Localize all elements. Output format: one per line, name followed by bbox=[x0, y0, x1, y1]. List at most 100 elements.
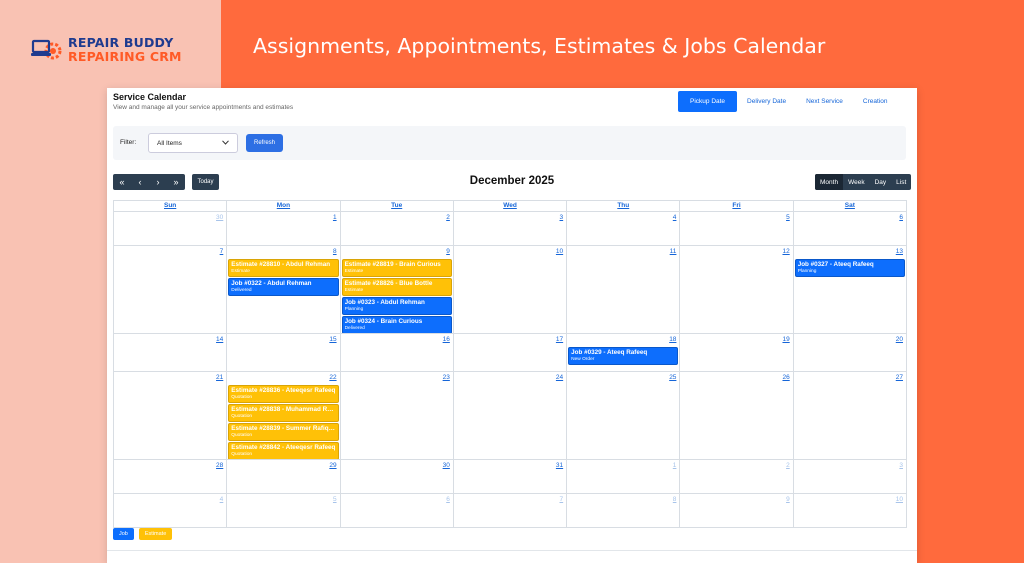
day-number[interactable]: 30 bbox=[216, 214, 223, 221]
day-number[interactable]: 25 bbox=[669, 374, 676, 381]
day-number[interactable]: 18 bbox=[669, 336, 676, 343]
weekday-fri[interactable]: Fri bbox=[680, 201, 794, 212]
day-cell[interactable]: 8 Estimate #28810 - Abdul Rehman Estimate J… bbox=[227, 246, 341, 334]
day-cell[interactable]: 9 Estimate #28819 - Brain Curious Estimate… bbox=[340, 246, 454, 334]
day-cell[interactable]: 11 bbox=[567, 246, 681, 334]
day-cell[interactable]: 6 bbox=[340, 494, 454, 528]
day-cell[interactable]: 24 bbox=[453, 372, 568, 460]
weekday-thu[interactable]: Thu bbox=[567, 201, 681, 212]
refresh-button[interactable]: Refresh bbox=[246, 134, 283, 152]
day-number[interactable]: 10 bbox=[896, 496, 903, 503]
day-number[interactable]: 11 bbox=[670, 248, 677, 255]
day-cell[interactable]: 5 bbox=[680, 212, 794, 246]
day-number[interactable]: 13 bbox=[896, 248, 903, 255]
day-cell[interactable]: 19 bbox=[680, 334, 794, 372]
day-number[interactable]: 6 bbox=[899, 214, 903, 221]
day-cell[interactable]: 21 bbox=[114, 372, 228, 460]
day-cell[interactable]: 2 bbox=[680, 460, 794, 494]
job-event[interactable]: Job #0324 - Brain Curious Delivered bbox=[341, 316, 452, 333]
day-number[interactable]: 3 bbox=[560, 214, 564, 221]
day-cell[interactable]: 7 bbox=[114, 246, 228, 334]
day-cell[interactable]: 4 bbox=[114, 494, 228, 528]
day-cell[interactable]: 1 bbox=[567, 460, 681, 494]
day-number[interactable]: 23 bbox=[443, 374, 450, 381]
day-number[interactable]: 20 bbox=[896, 336, 903, 343]
day-cell[interactable]: 23 bbox=[340, 372, 454, 460]
day-number[interactable]: 3 bbox=[899, 462, 903, 469]
day-number[interactable]: 5 bbox=[333, 496, 337, 503]
day-number[interactable]: 4 bbox=[220, 496, 224, 503]
weekday-mon[interactable]: Mon bbox=[227, 201, 341, 212]
day-number[interactable]: 7 bbox=[220, 248, 224, 255]
day-number[interactable]: 30 bbox=[443, 462, 450, 469]
day-cell[interactable]: 5 bbox=[227, 494, 341, 528]
day-number[interactable]: 21 bbox=[216, 374, 223, 381]
filter-select[interactable]: All Items bbox=[148, 133, 238, 153]
day-cell[interactable]: 14 bbox=[114, 334, 228, 372]
day-cell[interactable]: 28 bbox=[114, 460, 228, 494]
day-cell[interactable]: 3 bbox=[793, 460, 907, 494]
day-number[interactable]: 8 bbox=[333, 248, 337, 255]
day-cell[interactable]: 13 Job #0327 - Ateeq Rafeeq Planning bbox=[793, 246, 907, 334]
day-cell[interactable]: 8 bbox=[567, 494, 681, 528]
day-number[interactable]: 31 bbox=[556, 462, 563, 469]
day-cell[interactable]: 12 bbox=[680, 246, 794, 334]
day-cell[interactable]: 31 bbox=[453, 460, 568, 494]
day-number[interactable]: 14 bbox=[216, 336, 223, 343]
job-event[interactable]: Job #0323 - Abdul Rehman Planning bbox=[341, 297, 452, 315]
weekday-wed[interactable]: Wed bbox=[453, 201, 568, 212]
weekday-sun[interactable]: Sun bbox=[114, 201, 228, 212]
day-number[interactable]: 28 bbox=[216, 462, 223, 469]
day-number[interactable]: 1 bbox=[333, 214, 337, 221]
day-number[interactable]: 27 bbox=[896, 374, 903, 381]
view-week-button[interactable]: Week bbox=[843, 174, 870, 190]
day-cell[interactable]: 16 bbox=[340, 334, 454, 372]
view-list-button[interactable]: List bbox=[891, 174, 911, 190]
day-number[interactable]: 29 bbox=[329, 462, 336, 469]
estimate-event[interactable]: Estimate #28839 - Summer Rafique Quotatio… bbox=[228, 423, 339, 441]
day-number[interactable]: 7 bbox=[560, 496, 564, 503]
estimate-event[interactable]: Estimate #28836 - Ateeqesr Rafeeq Quotati… bbox=[228, 385, 339, 403]
day-cell[interactable]: 30 bbox=[340, 460, 454, 494]
day-cell[interactable]: 30 bbox=[114, 212, 228, 246]
day-cell[interactable]: 1 bbox=[227, 212, 341, 246]
day-number[interactable]: 2 bbox=[786, 462, 790, 469]
day-number[interactable]: 1 bbox=[673, 462, 677, 469]
day-number[interactable]: 22 bbox=[329, 374, 336, 381]
day-cell[interactable]: 10 bbox=[793, 494, 907, 528]
tab-creation[interactable]: Creation bbox=[853, 91, 898, 112]
day-cell[interactable]: 7 bbox=[453, 494, 568, 528]
day-cell[interactable]: 17 bbox=[453, 334, 568, 372]
day-cell[interactable]: 9 bbox=[680, 494, 794, 528]
day-cell[interactable]: 22 Estimate #28836 - Ateeqesr Rafeeq Quota… bbox=[227, 372, 341, 460]
day-number[interactable]: 9 bbox=[786, 496, 790, 503]
day-cell[interactable]: 25 bbox=[567, 372, 681, 460]
day-cell[interactable]: 6 bbox=[793, 212, 907, 246]
day-cell[interactable]: 26 bbox=[680, 372, 794, 460]
day-number[interactable]: 2 bbox=[446, 214, 450, 221]
view-month-button[interactable]: Month bbox=[815, 174, 844, 190]
day-number[interactable]: 17 bbox=[556, 336, 563, 343]
tab-pickup-date[interactable]: Pickup Date bbox=[678, 91, 738, 112]
view-day-button[interactable]: Day bbox=[870, 174, 892, 190]
estimate-event[interactable]: Estimate #28819 - Brain Curious Estimate bbox=[341, 259, 452, 277]
day-number[interactable]: 10 bbox=[556, 248, 563, 255]
day-number[interactable]: 6 bbox=[446, 496, 450, 503]
day-number[interactable]: 16 bbox=[443, 336, 450, 343]
day-cell[interactable]: 15 bbox=[227, 334, 341, 372]
day-number[interactable]: 19 bbox=[782, 336, 789, 343]
day-number[interactable]: 4 bbox=[673, 214, 677, 221]
job-event[interactable]: Job #0322 - Abdul Rehman Delivered bbox=[228, 278, 339, 296]
day-number[interactable]: 15 bbox=[329, 336, 336, 343]
job-event[interactable]: Job #0327 - Ateeq Rafeeq Planning bbox=[794, 259, 905, 277]
tab-delivery-date[interactable]: Delivery Date bbox=[737, 91, 796, 112]
estimate-event[interactable]: Estimate #28838 - Muhammad Ra... Quotatio… bbox=[228, 404, 339, 422]
day-number[interactable]: 8 bbox=[673, 496, 677, 503]
day-cell[interactable]: 27 bbox=[793, 372, 907, 460]
day-number[interactable]: 12 bbox=[782, 248, 789, 255]
tab-next-service[interactable]: Next Service bbox=[796, 91, 853, 112]
day-number[interactable]: 5 bbox=[786, 214, 790, 221]
day-cell[interactable]: 2 bbox=[340, 212, 454, 246]
estimate-event[interactable]: Estimate #28826 - Blue Bottle Estimate bbox=[341, 278, 452, 296]
estimate-event[interactable]: Estimate #28842 - Ateeqesr Rafeeq Quotati… bbox=[228, 442, 339, 459]
